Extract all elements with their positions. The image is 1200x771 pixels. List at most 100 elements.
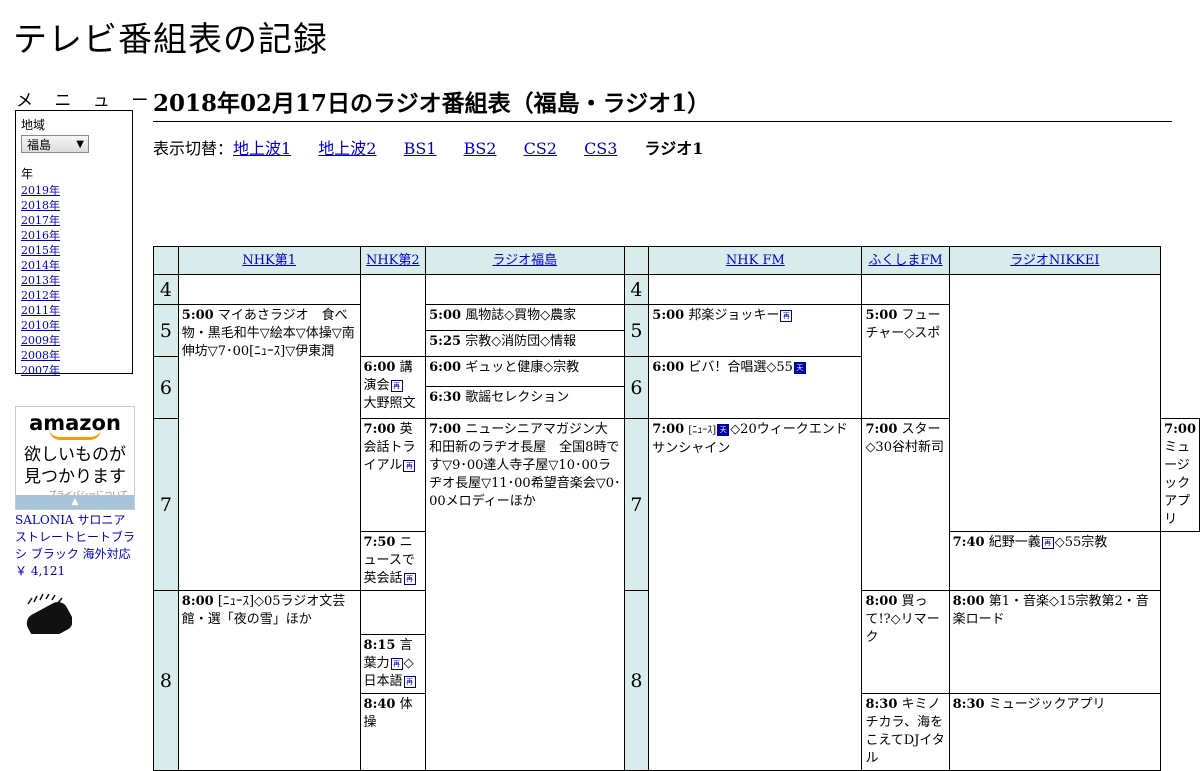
tab-cs2[interactable]: CS2 <box>524 139 557 158</box>
region-label: 地域 <box>21 118 46 132</box>
year-link[interactable]: 2012年 <box>21 289 60 302</box>
channel-link-fukushima-fm[interactable]: ふくしまFM <box>868 253 942 268</box>
program-cell[interactable] <box>359 590 427 635</box>
program-cell[interactable]: 8:00 第1・音楽◇15宗教第2・音楽ロード <box>948 590 1162 694</box>
program-cell[interactable]: 6:30 歌謡セレクション <box>425 386 625 419</box>
program-cell[interactable]: 8:15 言葉力再 ◇日本語再 <box>359 634 427 694</box>
channel-header: ラジオ福島 <box>425 246 625 275</box>
year-link[interactable]: 2015年 <box>21 244 60 257</box>
hour-cell: 8 <box>623 590 650 771</box>
program-time: 8:00 <box>952 594 985 609</box>
program-cell[interactable]: 8:40 体操 <box>359 693 427 771</box>
program-cell[interactable]: 7:50 ニュースで英会話再 <box>359 531 427 591</box>
program-time: 6:30 <box>429 390 462 405</box>
menu-panel: 地域 福島 ▼ 年 2019年 2018年 2017年 2016年 2015年 … <box>15 110 133 377</box>
program-cell[interactable]: 6:00 講演会再 大野照文 <box>359 356 427 419</box>
program-time: 6:00 <box>652 360 685 375</box>
program-title-tail: ◇55宗教 <box>1054 535 1108 550</box>
program-cell-empty <box>177 274 361 305</box>
year-link[interactable]: 2019年 <box>21 184 60 197</box>
hour-cell: 5 <box>623 304 650 357</box>
program-cell[interactable]: 7:00 ミュージックアプリ <box>1160 418 1200 532</box>
rebroadcast-icon: 再 <box>403 459 416 472</box>
year-link[interactable]: 2014年 <box>21 259 60 272</box>
amazon-ad[interactable]: amazon 欲しいものが 見つかります プライバシーについて ▲ <box>15 406 135 510</box>
program-time: 5:00 <box>652 308 685 323</box>
region-select[interactable]: 福島 ▼ <box>21 135 89 153</box>
program-cell-empty <box>948 274 1162 532</box>
hour-cell: 5 <box>153 304 179 357</box>
program-time: 7:00 <box>1164 422 1196 437</box>
schedule-table: NHK第1 NHK第2 ラジオ福島 NHK FM ふくしまFM ラジオNIKKE… <box>153 246 1200 771</box>
year-link[interactable]: 2016年 <box>21 229 60 242</box>
ad-product[interactable]: SALONIA サロニア ストレートヒートブラシ ブラック 海外対応 ￥ 4,1… <box>15 512 137 580</box>
brush-product-image[interactable] <box>22 594 72 634</box>
year-link[interactable]: 2013年 <box>21 274 60 287</box>
program-cell[interactable]: 8:30 キミノチカラ、海をこえてDJイタル <box>861 693 950 771</box>
program-cell-empty <box>359 274 427 357</box>
year-list: 2019年 2018年 2017年 2016年 2015年 2014年 2013… <box>21 183 127 378</box>
rebroadcast-icon: 再 <box>1041 536 1054 549</box>
channel-link-radio-fukushima[interactable]: ラジオ福島 <box>492 253 557 268</box>
tab-bs1[interactable]: BS1 <box>404 139 437 158</box>
program-cell-empty <box>648 274 863 305</box>
program-prefix: [ﾆｭｰｽ] <box>688 425 717 436</box>
hour-column-header <box>623 246 650 275</box>
tab-cs3[interactable]: CS3 <box>584 139 617 158</box>
program-time: 8:40 <box>363 697 396 712</box>
program-cell-empty <box>425 274 625 305</box>
year-link[interactable]: 2011年 <box>21 304 60 317</box>
program-cell[interactable]: 6:00 ビバ！合唱選◇55 天 <box>648 356 863 419</box>
program-cell[interactable]: 8:00 買って!?◇リマーク <box>861 590 950 694</box>
year-link[interactable]: 2010年 <box>21 319 60 332</box>
program-time: 7:00 <box>865 422 898 437</box>
program-cell-empty <box>861 274 950 305</box>
channel-header: NHK第1 <box>177 246 361 275</box>
year-link[interactable]: 2009年 <box>21 334 60 347</box>
ad-tagline-line1: 欲しいものが <box>24 445 126 465</box>
page-title: 2018年02月17日のラジオ番組表（福島・ラジオ1） <box>153 84 1172 122</box>
program-cell[interactable]: 6:00 ギュッと健康◇宗教 <box>425 356 625 387</box>
program-cell[interactable]: 5:00 マイあさラジオ 食べ物・黒毛和牛▽絵本▽体操▽南伸坊▽7･00[ﾆｭｰ… <box>177 304 361 591</box>
program-time: 7:40 <box>952 535 985 550</box>
program-title: 歌謡セレクション <box>465 390 570 405</box>
program-time: 5:00 <box>181 308 214 323</box>
year-link[interactable]: 2007年 <box>21 364 60 377</box>
program-cell[interactable]: 8:30 ミュージックアプリ <box>948 693 1162 771</box>
program-cell[interactable]: 7:40 紀野一義再 ◇55宗教 <box>948 531 1162 591</box>
year-link[interactable]: 2017年 <box>21 214 60 227</box>
program-time: 7:00 <box>652 422 685 437</box>
hour-cell: 8 <box>153 590 179 771</box>
ad-expand-bar[interactable]: ▲ <box>16 495 134 509</box>
hour-cell: 4 <box>153 274 179 305</box>
program-title: ミュージックアプリ <box>1164 440 1191 527</box>
program-cell[interactable]: 5:25 宗教◇消防団◇情報 <box>425 330 625 357</box>
year-link[interactable]: 2018年 <box>21 199 60 212</box>
channel-link-radio-nikkei[interactable]: ラジオNIKKEI <box>1010 253 1099 268</box>
channel-link-nhk2[interactable]: NHK第2 <box>366 253 420 268</box>
program-cell[interactable]: 7:00 ニューシニアマガジン大和田新のラヂオ長屋 全国8時です▽9･00達人寺… <box>425 418 625 771</box>
program-cell[interactable]: 5:00 フューチャー◇スポ <box>861 304 950 419</box>
tab-terrestrial2[interactable]: 地上波2 <box>318 139 376 158</box>
ad-tagline-line2: 見つかります <box>24 467 126 487</box>
ad-tagline: 欲しいものが 見つかります <box>16 444 134 488</box>
year-link[interactable]: 2008年 <box>21 349 60 362</box>
channel-link-nhk1[interactable]: NHK第1 <box>242 253 296 268</box>
program-time: 8:00 <box>865 594 898 609</box>
program-time: 5:00 <box>865 308 898 323</box>
tab-terrestrial1[interactable]: 地上波1 <box>233 139 291 158</box>
rebroadcast-icon: 再 <box>390 657 403 670</box>
program-cell[interactable]: 5:00 風物誌◇買物◇農家 <box>425 304 625 331</box>
program-cell[interactable]: 7:00 英会話トライアル再 <box>359 418 427 532</box>
program-cell[interactable]: 7:00 スター◇30谷村新司 <box>861 418 950 591</box>
channel-header: ラジオNIKKEI <box>948 246 1162 275</box>
program-time: 7:00 <box>363 422 396 437</box>
program-cell[interactable]: 7:00 [ﾆｭｰｽ] 天 ◇20ウィークエンドサンシャイン <box>648 418 863 771</box>
tab-bs2[interactable]: BS2 <box>464 139 497 158</box>
program-cell[interactable]: 5:00 邦楽ジョッキー再 <box>648 304 863 357</box>
rebroadcast-icon: 再 <box>403 675 416 688</box>
channel-link-nhk-fm[interactable]: NHK FM <box>726 253 785 268</box>
ad-product-name[interactable]: SALONIA サロニア ストレートヒートブラシ ブラック 海外対応 <box>15 513 135 561</box>
program-time: 7:50 <box>363 535 396 550</box>
program-cell[interactable]: 8:00 [ﾆｭｰｽ]◇05ラジオ文芸館・選「夜の雪」ほか <box>177 590 361 771</box>
